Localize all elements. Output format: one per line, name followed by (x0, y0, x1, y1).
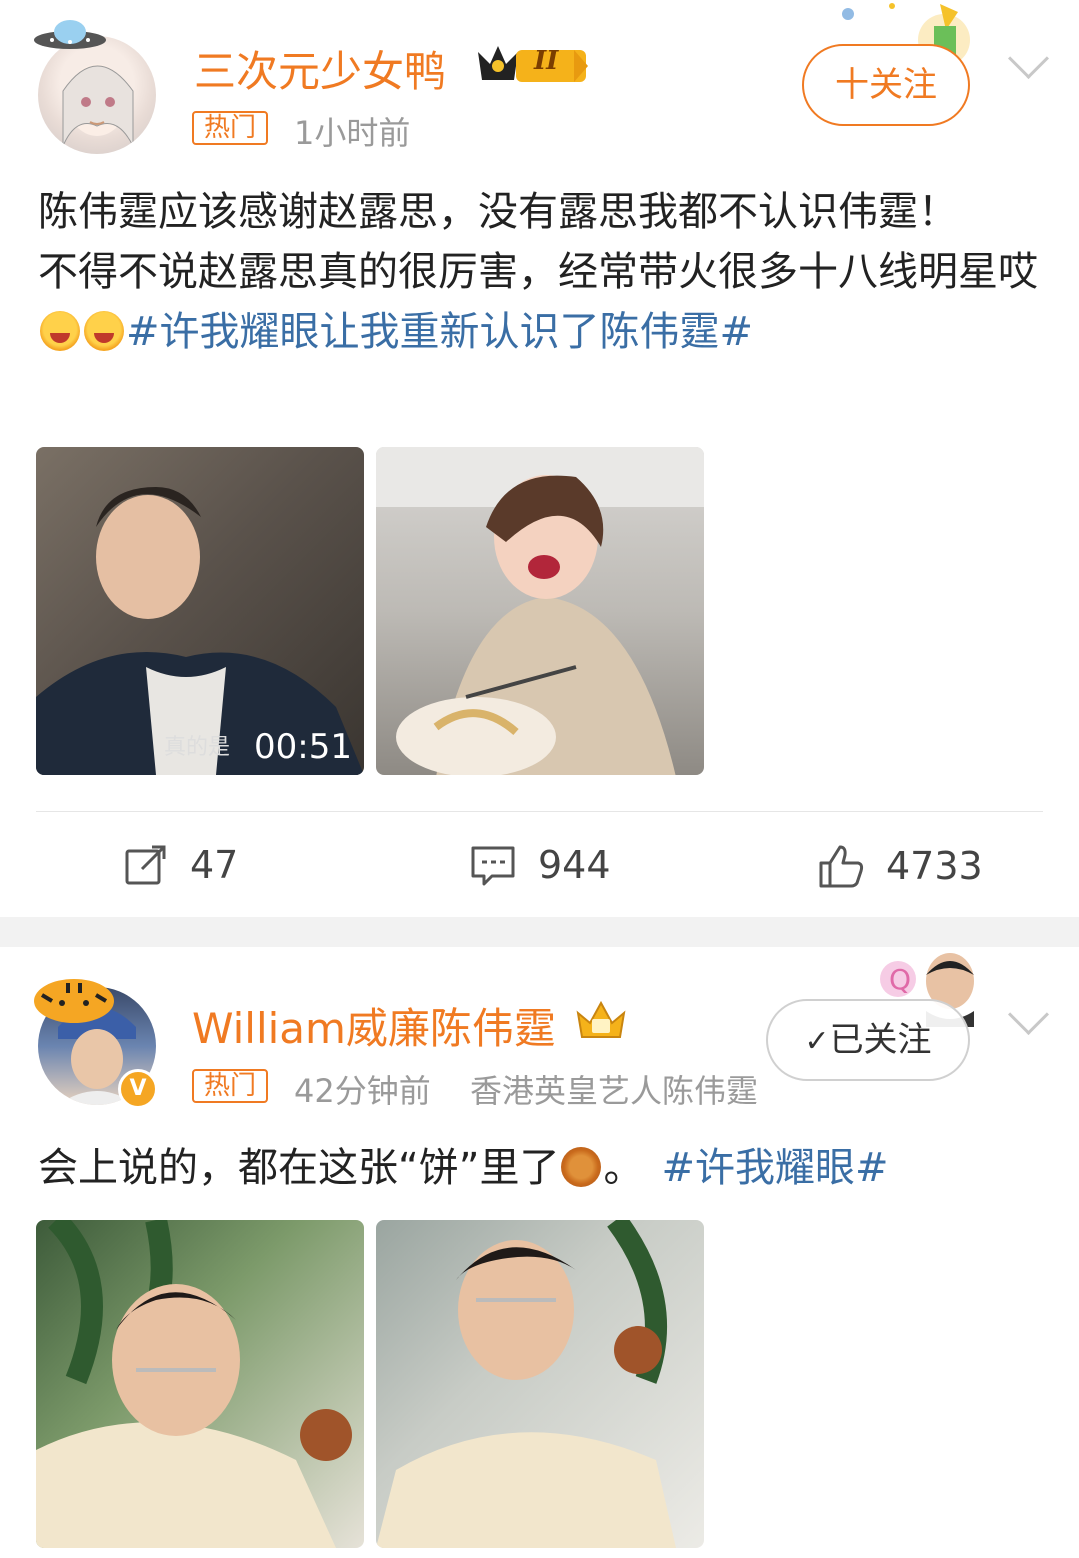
woman-eating-noodles-image (376, 447, 704, 775)
level-text: II (534, 46, 559, 76)
gold-member-icon[interactable] (574, 999, 628, 1041)
topic-link[interactable]: #许我耀眼# (661, 1145, 888, 1191)
follow-button[interactable]: 十关注 (802, 44, 970, 126)
post-time: 42分钟前 (294, 1072, 431, 1110)
hot-tag: 热门 (192, 1069, 269, 1103)
username[interactable]: 三次元少女鸭 (194, 38, 446, 99)
following-button[interactable]: ✓已关注 (766, 999, 970, 1081)
comment-count: 944 (538, 843, 611, 887)
post-text-line: 不得不说赵露思真的很厉害，经常带火很多十八线明星哎 (38, 249, 1038, 295)
like-button[interactable]: 4733 (818, 843, 983, 889)
member-level-badge[interactable]: II (474, 42, 590, 86)
blush-emoji-icon (40, 311, 80, 351)
post-source: 香港英皇艺人陈伟霆 (470, 1072, 759, 1110)
post-text: 会上说的，都在这张“饼”里了。 #许我耀眼# (38, 1138, 1038, 1198)
topic-link[interactable]: #许我耀眼让我重新认识了陈伟霆# (126, 309, 753, 355)
repost-count: 47 (190, 843, 239, 887)
divider (36, 811, 1043, 812)
post-separator (0, 917, 1079, 947)
image-thumbnail[interactable] (376, 1220, 704, 1548)
verified-badge: V (118, 1069, 158, 1109)
video-thumbnail[interactable]: 真的是 00:51 (36, 447, 364, 775)
post-text-line: 会上说的，都在这张“饼”里了 (38, 1145, 560, 1191)
svg-text:Q: Q (889, 963, 911, 996)
comment-button[interactable]: 944 (470, 843, 611, 887)
comment-icon (471, 846, 515, 886)
video-duration: 00:51 (254, 727, 352, 767)
post-text-line: 陈伟霆应该感谢赵露思，没有露思我都不认识伟霆！ (38, 189, 958, 235)
video-caption: 真的是 (164, 735, 231, 760)
mooncake-emoji-icon (561, 1147, 602, 1187)
post-text: 陈伟霆应该感谢赵露思，没有露思我都不认识伟霆！ 不得不说赵露思真的很厉害，经常带… (38, 182, 1038, 362)
hot-tag: 热门 (192, 111, 269, 145)
post-card: 三次元少女鸭 II 热门 1小时前 十关注 陈伟霆应该感谢赵露思，没有露思我都不… (0, 0, 1079, 917)
post-text-end: 。 (603, 1145, 644, 1191)
blush-emoji-icon (84, 311, 124, 351)
man-eating-mooncake-image (36, 1220, 352, 1548)
ufo-decoration-icon (34, 20, 106, 49)
like-count: 4733 (886, 844, 983, 888)
image-thumbnail[interactable] (376, 447, 704, 775)
man-eating-mooncake-image (376, 1220, 676, 1548)
crown-icon (478, 46, 588, 82)
repost-icon (125, 845, 166, 885)
image-thumbnail[interactable] (36, 1220, 364, 1548)
chevron-down-icon[interactable] (1007, 993, 1050, 1036)
man-portrait-image (36, 487, 364, 775)
tiger-decoration-icon (34, 979, 114, 1023)
chevron-down-icon[interactable] (1007, 37, 1050, 80)
thumbs-up-icon (819, 845, 864, 888)
check-icon: ✓ (804, 1024, 830, 1059)
repost-button[interactable]: 47 (124, 843, 238, 887)
post-time: 1小时前 (294, 114, 411, 152)
username[interactable]: William威廉陈伟霆 (192, 995, 556, 1056)
following-label: 已关注 (829, 1020, 932, 1060)
post-card: V William威廉陈伟霆 热门 42分钟前 香港英皇艺人陈伟霆 Q ✓已关注… (0, 947, 1079, 1558)
